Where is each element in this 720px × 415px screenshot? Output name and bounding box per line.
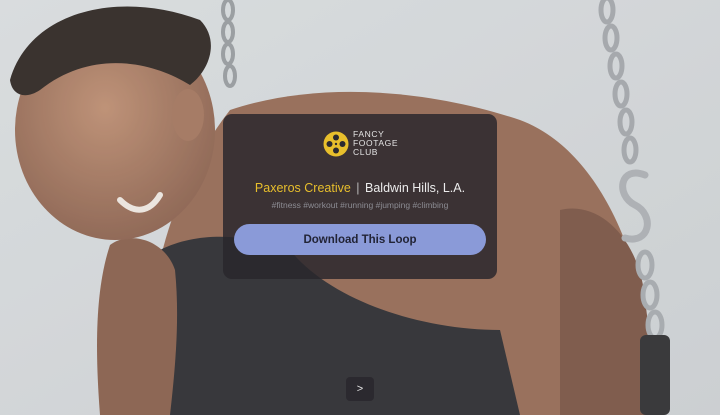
next-button[interactable]: > bbox=[346, 377, 374, 401]
credit-separator: | bbox=[356, 181, 360, 195]
logo-wordmark: FANCY FOOTAGE CLUB bbox=[353, 130, 398, 157]
film-reel-icon bbox=[323, 131, 349, 156]
video-credit: Paxeros Creative | Baldwin Hills, L.A. bbox=[223, 181, 497, 195]
fancy-footage-club-logo[interactable]: FANCY FOOTAGE CLUB bbox=[323, 130, 398, 157]
creator-link[interactable]: Paxeros Creative bbox=[255, 181, 351, 195]
location-label: Baldwin Hills, L.A. bbox=[365, 181, 466, 195]
download-loop-button[interactable]: Download This Loop bbox=[234, 224, 486, 255]
next-label: > bbox=[356, 383, 364, 395]
logo-line-3: CLUB bbox=[353, 147, 379, 157]
video-tags: #fitness #workout #running #jumping #cli… bbox=[271, 200, 449, 210]
video-info-card: FANCY FOOTAGE CLUB Paxeros Creative | Ba… bbox=[223, 114, 497, 279]
